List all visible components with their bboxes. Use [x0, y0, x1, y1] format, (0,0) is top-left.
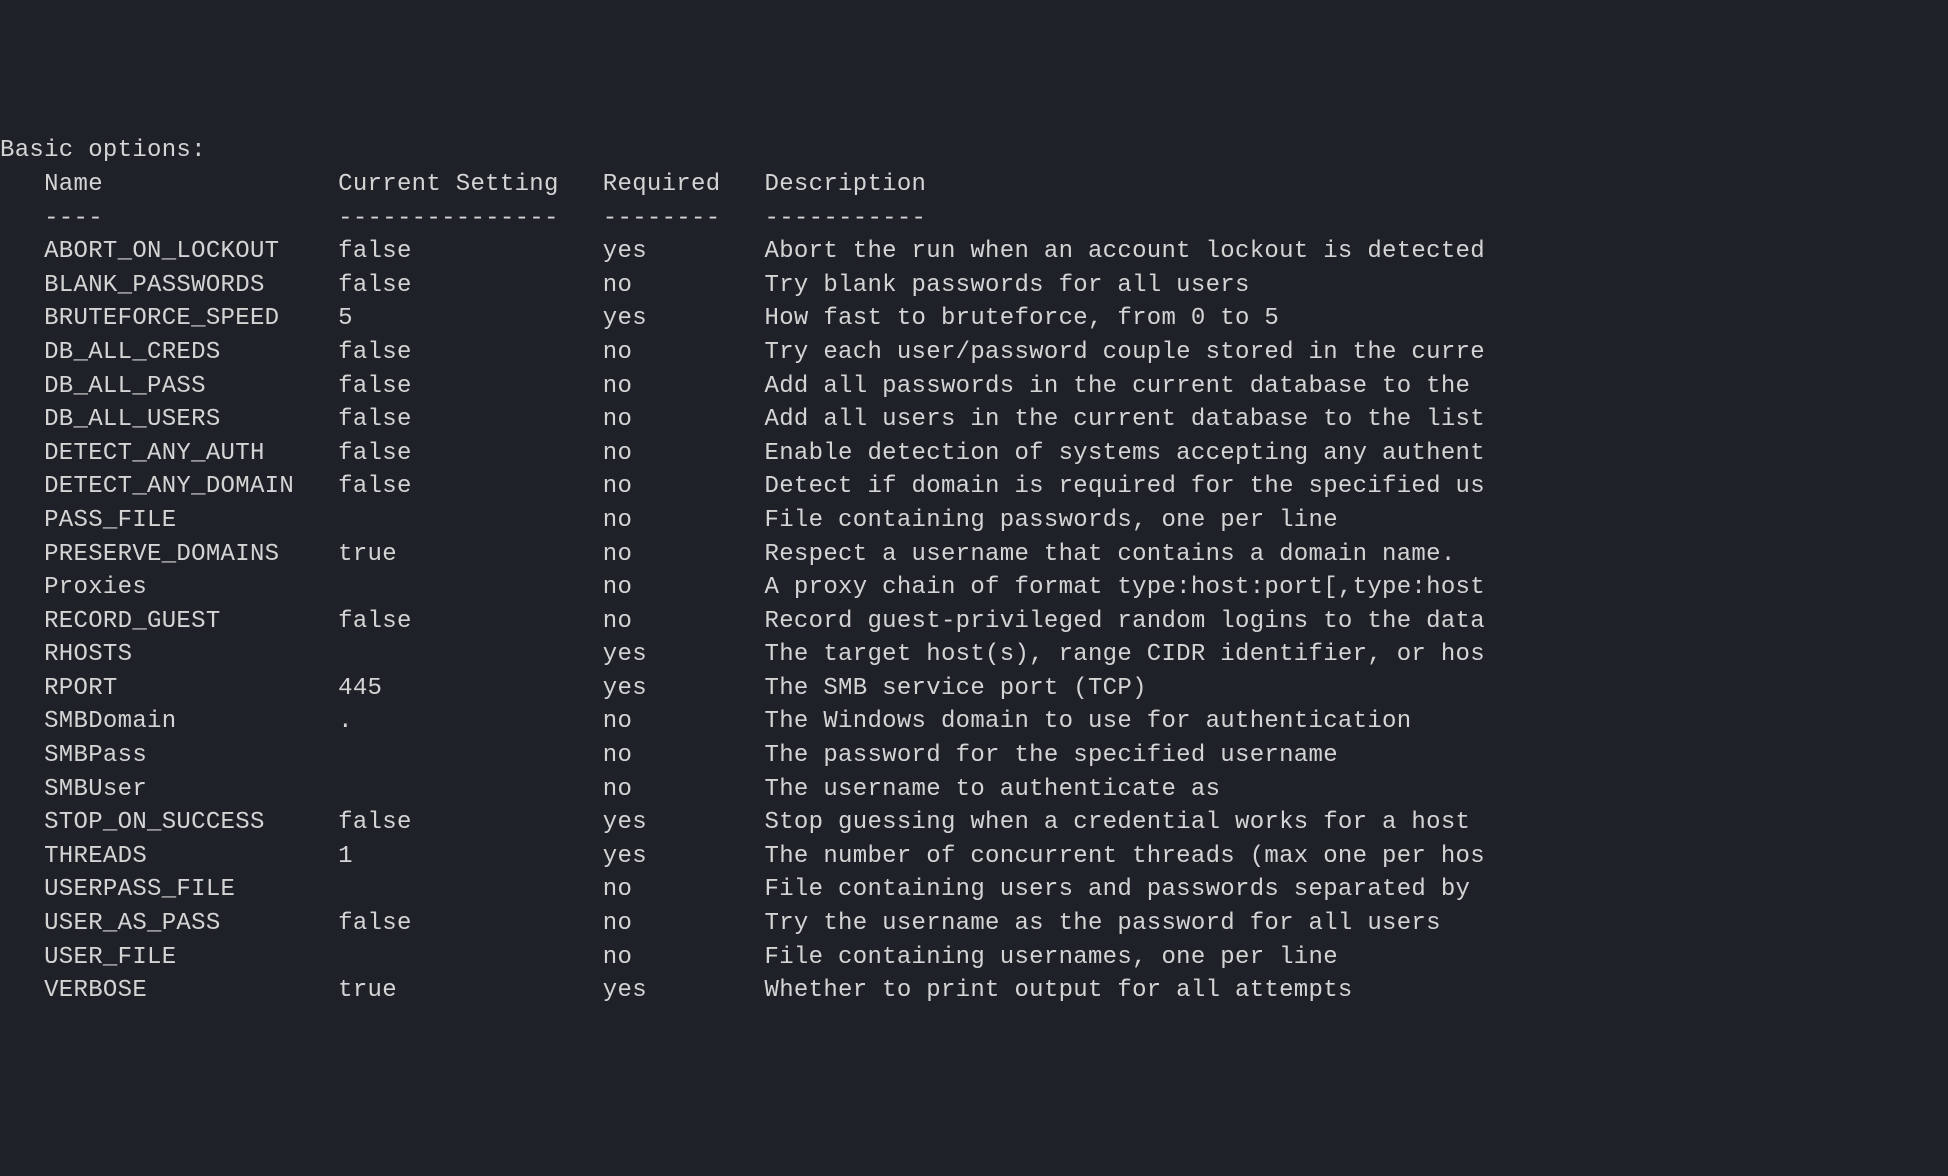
terminal-output: Basic options: Name Current Setting Requ…	[0, 134, 1948, 1007]
